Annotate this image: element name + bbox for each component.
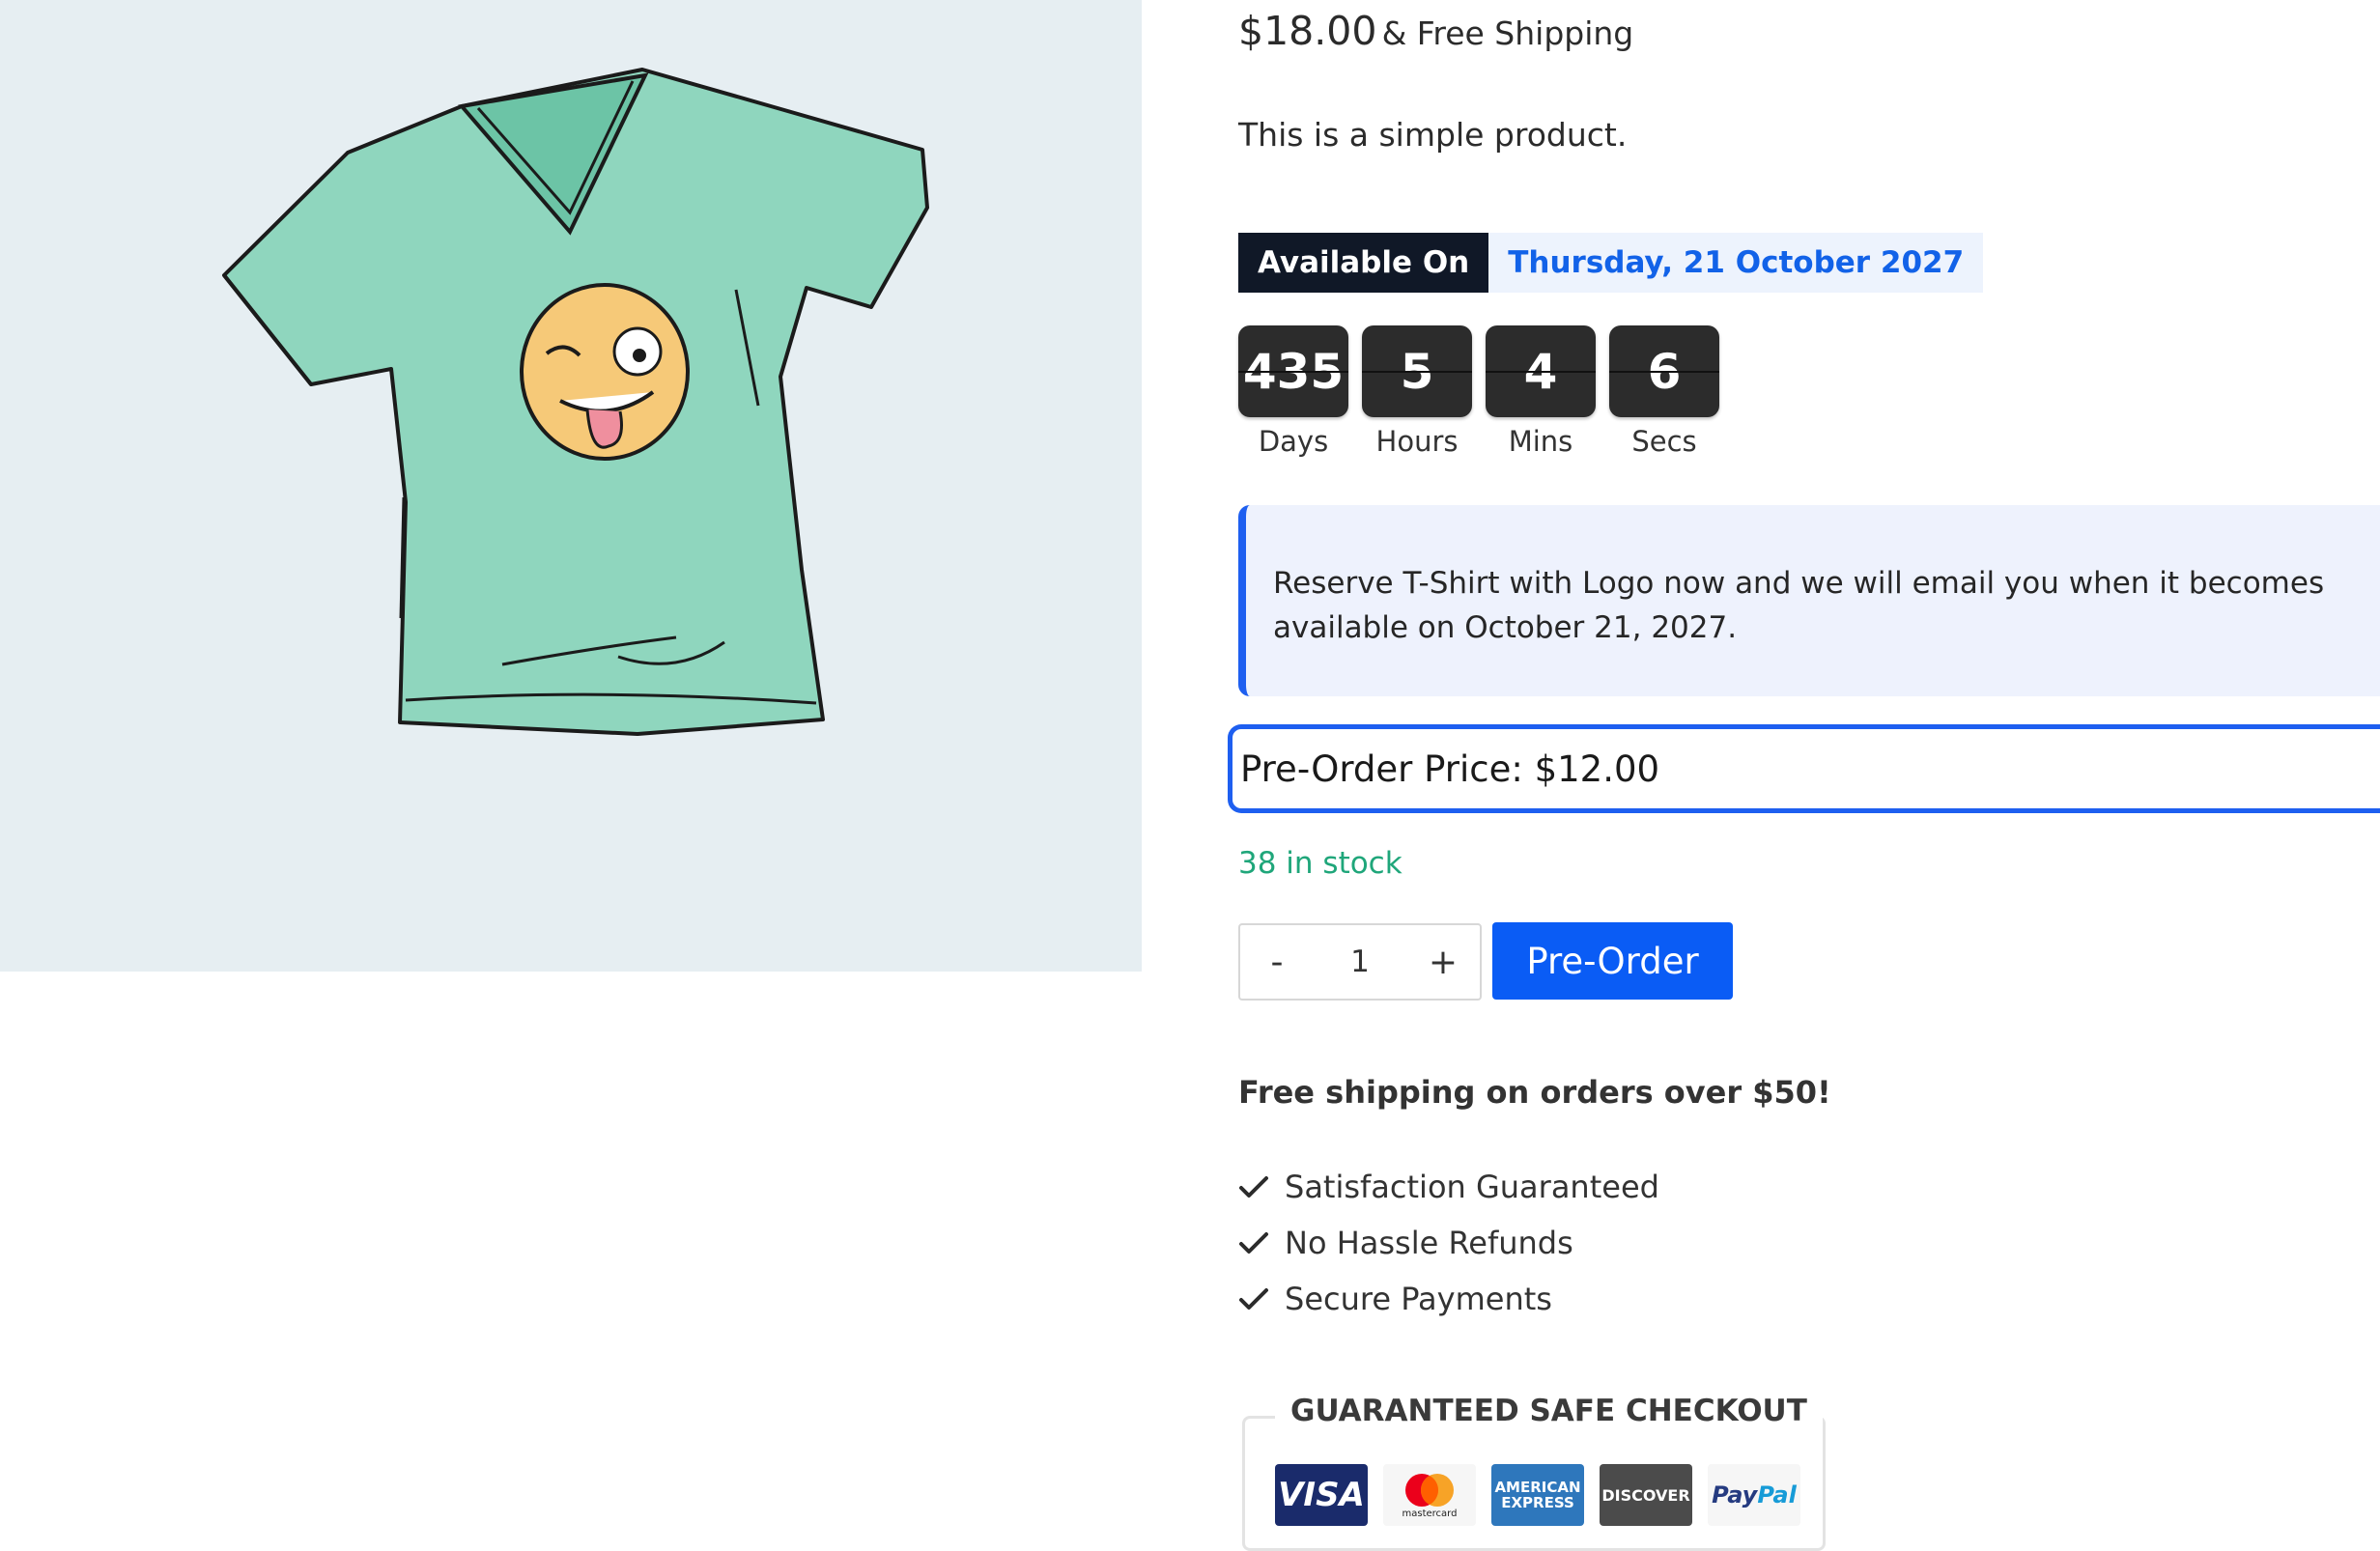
paypal-icon: Pay Pal	[1708, 1464, 1800, 1526]
product-price: $18.00 & Free Shipping	[1238, 8, 1633, 54]
free-shipping-banner: Free shipping on orders over $50!	[1238, 1074, 1831, 1111]
mastercard-label: mastercard	[1402, 1509, 1458, 1519]
checkmark-icon	[1238, 1280, 1285, 1318]
countdown-timer: 435 Days 5 Hours 4 Mins 6 Secs	[1238, 325, 1719, 458]
mastercard-icon: mastercard	[1383, 1464, 1476, 1526]
availability-banner: Available On Thursday, 21 October 2027	[1238, 233, 1984, 293]
countdown-hours: 5 Hours	[1362, 325, 1472, 458]
feature-list: Satisfaction Guaranteed No Hassle Refund…	[1238, 1159, 1659, 1327]
discover-icon: DISCOVER	[1600, 1464, 1692, 1526]
countdown-secs-value: 6	[1609, 325, 1719, 417]
countdown-mins: 4 Mins	[1486, 325, 1596, 458]
amex-icon: AMERICAN EXPRESS	[1491, 1464, 1584, 1526]
countdown-mins-value: 4	[1486, 325, 1596, 417]
list-item: No Hassle Refunds	[1238, 1215, 1659, 1271]
quantity-decrease-button[interactable]: -	[1240, 925, 1314, 999]
price-amount: $18.00	[1238, 8, 1377, 54]
list-item: Satisfaction Guaranteed	[1238, 1159, 1659, 1215]
feature-text: Secure Payments	[1285, 1281, 1552, 1317]
payment-methods: VISA mastercard AMERICAN EXPRESS DISCOVE…	[1275, 1464, 1800, 1526]
checkmark-icon	[1238, 1168, 1285, 1206]
stock-status: 38 in stock	[1238, 846, 1402, 881]
shipping-note: & Free Shipping	[1381, 14, 1634, 52]
preorder-button[interactable]: Pre-Order	[1492, 922, 1733, 1000]
list-item: Secure Payments	[1238, 1271, 1659, 1327]
countdown-mins-label: Mins	[1508, 425, 1573, 458]
countdown-secs: 6 Secs	[1609, 325, 1719, 458]
preorder-notice: Reserve T-Shirt with Logo now and we wil…	[1238, 505, 2380, 696]
feature-text: Satisfaction Guaranteed	[1285, 1169, 1659, 1205]
countdown-hours-value: 5	[1362, 325, 1472, 417]
paypal-text-pay: Pay	[1712, 1481, 1758, 1509]
product-description: This is a simple product.	[1238, 116, 1628, 154]
feature-text: No Hassle Refunds	[1285, 1225, 1573, 1261]
amex-line2: EXPRESS	[1501, 1494, 1574, 1511]
tshirt-illustration	[222, 68, 929, 736]
product-image[interactable]	[0, 0, 1142, 972]
countdown-days-label: Days	[1258, 425, 1329, 458]
amex-line1: AMERICAN	[1494, 1479, 1581, 1496]
checkmark-icon	[1238, 1224, 1285, 1262]
preorder-price-box: Pre-Order Price: $12.00	[1228, 724, 2380, 813]
countdown-secs-label: Secs	[1631, 425, 1697, 458]
availability-label: Available On	[1238, 233, 1489, 293]
countdown-hours-label: Hours	[1375, 425, 1459, 458]
paypal-text-pal: Pal	[1757, 1481, 1797, 1509]
quantity-input[interactable]	[1314, 944, 1406, 980]
quantity-increase-button[interactable]: +	[1406, 925, 1480, 999]
preorder-price-text: Pre-Order Price: $12.00	[1240, 747, 1660, 790]
visa-icon: VISA	[1275, 1464, 1368, 1526]
availability-date: Thursday, 21 October 2027	[1488, 233, 1984, 293]
quantity-stepper: - +	[1238, 923, 1482, 1001]
countdown-days: 435 Days	[1238, 325, 1348, 458]
countdown-days-value: 435	[1238, 325, 1348, 417]
safe-checkout-title: GUARANTEED SAFE CHECKOUT	[1275, 1394, 1823, 1428]
